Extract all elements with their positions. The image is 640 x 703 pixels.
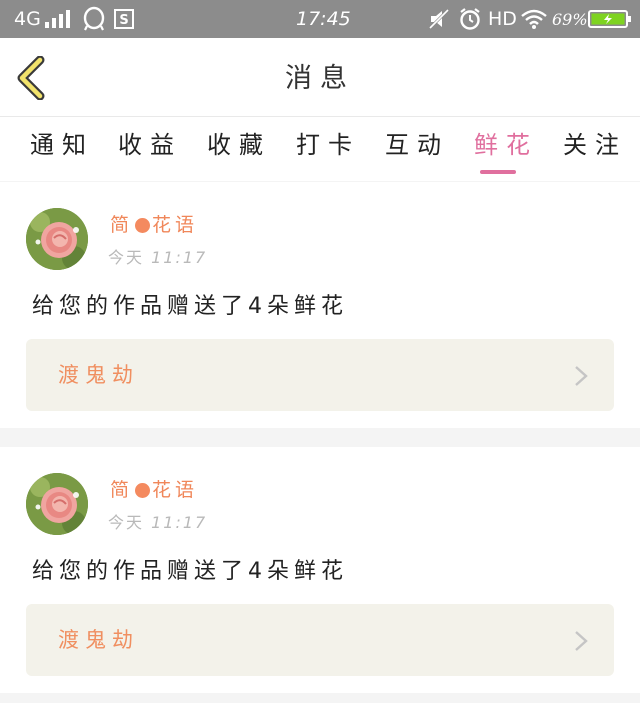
username-dot <box>135 218 151 233</box>
wifi-icon <box>520 0 548 38</box>
message-day: 今天 <box>108 248 145 267</box>
tab-earnings[interactable]: 收益 <box>118 125 182 165</box>
header: 消息 <box>0 38 640 116</box>
active-tab-indicator <box>480 170 516 174</box>
chevron-right-icon <box>575 631 588 651</box>
username-first: 简 <box>110 479 134 501</box>
message-time: 今天 11:17 <box>108 244 207 268</box>
svg-text:S: S <box>119 13 128 28</box>
tab-bar: 通知 收益 收藏 打卡 互动 鲜花 关注 <box>0 116 640 181</box>
username-rest: 花语 <box>152 214 199 236</box>
tab-notification[interactable]: 通知 <box>30 125 94 165</box>
message-text: 给您的作品赠送了4朵鲜花 <box>32 559 348 584</box>
message-card: 简花语 今天 11:17 给您的作品赠送了4朵鲜花 渡鬼劫 <box>0 447 640 693</box>
username-rest: 花语 <box>152 479 199 501</box>
username-first: 简 <box>110 214 134 236</box>
message-text: 给您的作品赠送了4朵鲜花 <box>32 294 348 319</box>
network-type: 4G <box>14 8 41 30</box>
work-title: 渡鬼劫 <box>58 363 139 387</box>
qq-icon <box>82 0 106 38</box>
signal-icon <box>44 10 70 28</box>
tab-follow[interactable]: 关注 <box>563 125 627 165</box>
work-link[interactable]: 渡鬼劫 <box>26 339 614 411</box>
page-title: 消息 <box>285 63 355 94</box>
status-bar: 4G S 17:45 HD 69% <box>0 0 640 38</box>
tab-favorites[interactable]: 收藏 <box>207 125 271 165</box>
tab-checkin[interactable]: 打卡 <box>296 125 360 165</box>
tab-interaction[interactable]: 互动 <box>385 125 449 165</box>
tab-flowers[interactable]: 鲜花 <box>474 125 538 165</box>
s-app-icon: S <box>114 0 134 38</box>
username-dot <box>135 483 151 498</box>
clock: 17:45 <box>296 8 351 30</box>
message-day: 今天 <box>108 513 145 532</box>
message-clock: 11:17 <box>151 513 208 532</box>
message-card: 简花语 今天 11:17 给您的作品赠送了4朵鲜花 渡鬼劫 <box>0 182 640 428</box>
chevron-right-icon <box>575 366 588 386</box>
username[interactable]: 简花语 <box>110 475 198 502</box>
username[interactable]: 简花语 <box>110 210 198 237</box>
work-title: 渡鬼劫 <box>58 628 139 652</box>
work-link[interactable]: 渡鬼劫 <box>26 604 614 676</box>
message-time: 今天 11:17 <box>108 509 207 533</box>
avatar[interactable] <box>26 473 88 535</box>
network-indicator: 4G <box>14 0 72 38</box>
avatar[interactable] <box>26 208 88 270</box>
mute-icon <box>428 0 450 38</box>
message-clock: 11:17 <box>151 248 208 267</box>
battery-percent: 69% <box>552 9 588 29</box>
hd-indicator: HD <box>488 8 517 30</box>
battery-icon <box>588 0 632 38</box>
alarm-icon <box>458 0 482 38</box>
